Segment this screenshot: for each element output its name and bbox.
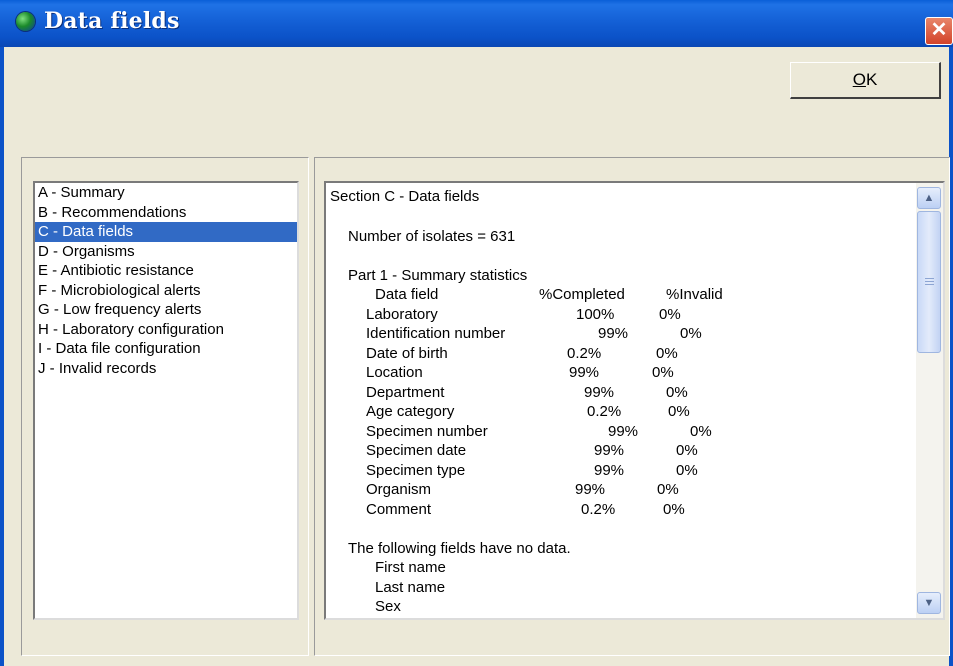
scroll-down-icon[interactable]: ▼ — [917, 592, 941, 614]
row-invalid: 0% — [656, 345, 678, 362]
grip-icon — [925, 278, 934, 286]
section-item[interactable]: J - Invalid records — [35, 359, 297, 379]
no-data-field: Sex — [375, 598, 401, 615]
row-invalid: 0% — [668, 403, 690, 420]
section-item[interactable]: D - Organisms — [35, 242, 297, 262]
row-completed: 0.2% — [567, 345, 602, 362]
globe-icon — [16, 12, 35, 31]
row-field: Date of birth — [366, 345, 448, 362]
title-bar[interactable]: Data fields ✕ — [0, 0, 953, 47]
row-completed: 99% — [575, 481, 606, 498]
row-completed: 99% — [608, 423, 639, 440]
row-field: Laboratory — [366, 306, 438, 323]
row-invalid: 0% — [666, 384, 688, 401]
header-invalid: %Invalid — [666, 286, 723, 303]
report-heading: Section C - Data fields — [330, 188, 480, 205]
report-content: Section C - Data fields Number of isolat… — [326, 183, 916, 618]
row-field: Department — [366, 384, 445, 401]
window-frame-left — [0, 47, 4, 666]
row-completed: 99% — [598, 325, 629, 342]
window-title: Data fields — [44, 8, 180, 34]
section-item[interactable]: G - Low frequency alerts — [35, 300, 297, 320]
row-field: Organism — [366, 481, 432, 498]
row-invalid: 0% — [676, 462, 698, 479]
row-invalid: 0% — [676, 442, 698, 459]
row-completed: 99% — [594, 462, 625, 479]
row-completed: 0.2% — [587, 403, 622, 420]
section-item[interactable]: E - Antibiotic resistance — [35, 261, 297, 281]
row-field: Identification number — [366, 325, 506, 342]
row-invalid: 0% — [652, 364, 674, 381]
row-field: Location — [366, 364, 423, 381]
row-invalid: 0% — [690, 423, 712, 440]
section-item[interactable]: C - Data fields — [35, 222, 297, 242]
row-invalid: 0% — [657, 481, 679, 498]
row-invalid: 0% — [663, 501, 685, 518]
row-completed: 99% — [584, 384, 615, 401]
scroll-up-icon[interactable]: ▲ — [917, 187, 941, 209]
ok-button[interactable]: OK — [790, 62, 941, 99]
row-field: Comment — [366, 501, 432, 518]
no-data-title: The following fields have no data. — [348, 540, 571, 557]
ok-mnemonic: O — [852, 70, 866, 89]
isolates-count: Number of isolates = 631 — [348, 228, 516, 245]
part-title: Part 1 - Summary statistics — [348, 267, 528, 284]
no-data-field: Last name — [375, 579, 446, 596]
row-invalid: 0% — [680, 325, 702, 342]
row-field: Age category — [366, 403, 455, 420]
row-field: Specimen date — [366, 442, 467, 459]
section-item[interactable]: B - Recommendations — [35, 203, 297, 223]
vertical-scrollbar[interactable]: ▲ ▼ — [916, 183, 943, 618]
header-data-field: Data field — [375, 286, 439, 303]
section-item[interactable]: A - Summary — [35, 183, 297, 203]
header-completed: %Completed — [539, 286, 625, 303]
row-completed: 99% — [569, 364, 600, 381]
row-completed: 99% — [594, 442, 625, 459]
close-button[interactable]: ✕ — [925, 17, 953, 45]
section-item[interactable]: F - Microbiological alerts — [35, 281, 297, 301]
no-data-field: First name — [375, 559, 446, 576]
report-text-area[interactable]: Section C - Data fields Number of isolat… — [324, 181, 945, 620]
row-field: Specimen number — [366, 423, 488, 440]
ok-label-rest: K — [865, 70, 878, 89]
section-item[interactable]: H - Laboratory configuration — [35, 320, 297, 340]
row-completed: 100% — [576, 306, 615, 323]
section-item[interactable]: I - Data file configuration — [35, 339, 297, 359]
section-list[interactable]: A - Summary B - Recommendations C - Data… — [33, 181, 299, 620]
row-invalid: 0% — [659, 306, 681, 323]
scroll-thumb[interactable] — [917, 211, 941, 353]
row-completed: 0.2% — [581, 501, 616, 518]
row-field: Specimen type — [366, 462, 466, 479]
